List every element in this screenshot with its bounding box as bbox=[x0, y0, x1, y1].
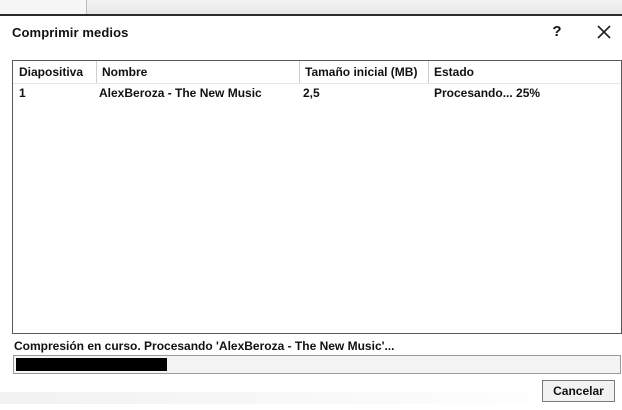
compress-media-dialog: Comprimir medios ? Diapositiva Nombre Ta… bbox=[0, 0, 622, 410]
cell-status: Procesando... 25% bbox=[434, 86, 541, 100]
column-header-status[interactable]: Estado bbox=[434, 65, 474, 79]
cell-slide: 1 bbox=[19, 86, 26, 100]
window-top-strip bbox=[0, 0, 622, 16]
background-tab-edge bbox=[0, 0, 87, 14]
bottom-edge bbox=[0, 392, 530, 404]
compression-status-text: Compresión en curso. Procesando 'AlexBer… bbox=[14, 339, 395, 353]
progress-fill bbox=[16, 358, 167, 371]
dialog-title: Comprimir medios bbox=[12, 25, 129, 40]
close-button[interactable] bbox=[594, 22, 614, 42]
column-header-name[interactable]: Nombre bbox=[102, 65, 147, 79]
cell-size: 2,5 bbox=[303, 86, 320, 100]
column-header-slide[interactable]: Diapositiva bbox=[19, 65, 83, 79]
help-button[interactable]: ? bbox=[548, 22, 566, 42]
column-header-size[interactable]: Tamaño inicial (MB) bbox=[305, 65, 417, 79]
cell-name: AlexBeroza - The New Music bbox=[99, 86, 262, 100]
media-list[interactable]: Diapositiva Nombre Tamaño inicial (MB) E… bbox=[12, 60, 622, 334]
close-icon bbox=[597, 25, 611, 39]
column-separator[interactable] bbox=[299, 61, 300, 83]
list-header: Diapositiva Nombre Tamaño inicial (MB) E… bbox=[13, 61, 621, 84]
column-separator[interactable] bbox=[96, 61, 97, 83]
column-separator[interactable] bbox=[428, 61, 429, 83]
table-row[interactable]: 1 AlexBeroza - The New Music 2,5 Procesa… bbox=[13, 84, 621, 102]
cancel-button[interactable]: Cancelar bbox=[542, 380, 615, 402]
progress-bar bbox=[13, 355, 621, 374]
